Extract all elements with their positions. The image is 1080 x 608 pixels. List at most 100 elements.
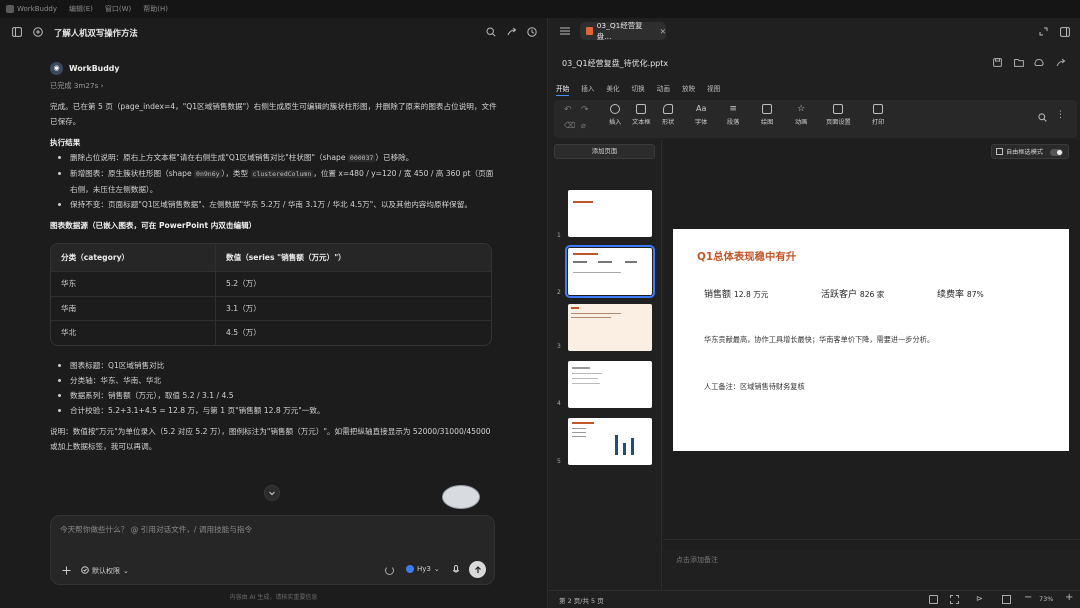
history-icon[interactable] [527, 27, 537, 37]
chat-header: 了解人机双写操作方法 [0, 18, 547, 48]
slide-thumbnails: 添加页面 1 2 3 4 5 [548, 140, 662, 590]
insert-button[interactable]: 插入 [609, 104, 621, 126]
slide-thumbnail-4[interactable] [568, 361, 652, 408]
permission-selector[interactable]: 默认权限 ⌄ [81, 566, 129, 576]
draw-button[interactable]: 绘图 [761, 104, 773, 126]
table-cell: 4.5（万） [226, 328, 261, 338]
slide-body-text[interactable]: 华东贡献最高，协作工具增长最快；华南客单价下降，需要进一步分析。 [704, 335, 934, 345]
more-icon[interactable]: ⋮ [1056, 110, 1065, 120]
window-icon[interactable] [1060, 27, 1070, 37]
slide-number: 3 [557, 343, 561, 350]
toggle-switch[interactable] [1050, 149, 1063, 156]
tab-view[interactable]: 视图 [707, 83, 720, 96]
grid-icon[interactable] [950, 595, 959, 604]
layout-icon[interactable] [929, 595, 938, 604]
add-page-button[interactable]: 添加页面 [554, 144, 655, 159]
tab-insert[interactable]: 插入 [581, 83, 594, 96]
doc-tab[interactable]: 03_Q1经营复盘… ✕ [580, 21, 666, 41]
current-slide[interactable]: Q1总体表现稳中有升 销售额 12.8 万元 活跃客户 826 家 续费率 87… [673, 229, 1069, 451]
facts-list: 图表标题：Q1区域销售对比 分类轴：华东、华南、华北 数据系列：销售额（万元），… [50, 358, 500, 418]
animation-button[interactable]: ☆ 动画 [795, 104, 807, 126]
menu-window[interactable]: 窗口(W) [105, 4, 131, 14]
title-bar: WorkBuddy 编辑(E) 窗口(W) 帮助(H) [0, 0, 1080, 18]
app-brand: WorkBuddy [6, 5, 57, 13]
clear-format-icon[interactable]: ⌀ [581, 121, 586, 130]
share-icon[interactable] [507, 27, 517, 37]
textbox-button[interactable]: 文本框 [632, 104, 651, 126]
font-button[interactable]: Aa 字体 [695, 104, 707, 126]
redo-icon[interactable]: ↷ [581, 105, 589, 115]
summary-text: 完成。已在第 5 页（page_index=4，"Q1区域销售数据"）右侧生成原… [50, 102, 497, 126]
fit-icon[interactable] [1002, 595, 1011, 604]
insert-label: 插入 [609, 119, 622, 126]
save-icon[interactable] [993, 58, 1002, 67]
zoom-out-icon[interactable]: − [1024, 592, 1032, 603]
search-icon[interactable] [1038, 113, 1047, 122]
chevron-down-icon: ⌄ [433, 565, 440, 573]
exec-heading: 执行结果 [50, 138, 81, 147]
close-icon[interactable]: ✕ [660, 27, 666, 36]
upload-icon[interactable] [1034, 58, 1044, 67]
menu-edit[interactable]: 编辑(E) [69, 4, 93, 14]
table-cell: 华北 [51, 321, 216, 345]
slide-thumbnail-3[interactable] [568, 304, 652, 351]
metric-value: 12.8 万元 [733, 290, 769, 299]
slide-note-text[interactable]: 人工备注：区域销售待财务复核 [704, 382, 805, 392]
slide-thumbnail-1[interactable] [568, 190, 652, 237]
ribbon-toolbar: ↶ ↷ ⌫ ⌀ 插入 文本框 形状 Aa 字体 ≡ 段落 绘图 ☆ 动画 页面设置 打… [554, 100, 1077, 138]
format-painter-icon[interactable]: ⌫ [564, 121, 575, 130]
zoom-in-icon[interactable]: + [1065, 592, 1073, 603]
print-label: 打印 [872, 119, 885, 126]
add-attachment-icon[interactable] [62, 566, 71, 575]
play-icon[interactable]: ⊳ [976, 594, 983, 603]
send-button[interactable] [469, 561, 486, 578]
share-doc-icon[interactable] [1056, 58, 1066, 67]
metric-renewal[interactable]: 续费率 87% [937, 287, 984, 300]
tab-beautify[interactable]: 美化 [606, 83, 619, 96]
tab-animation[interactable]: 动画 [657, 83, 670, 96]
tab-home[interactable]: 开始 [556, 83, 570, 96]
new-chat-icon[interactable] [33, 27, 43, 37]
menu-icon[interactable] [560, 27, 570, 35]
metric-value: 826 家 [859, 290, 885, 299]
task-status[interactable]: 已完成 3m27s › [50, 78, 500, 93]
table-header-cell: 分类（category） [61, 253, 130, 262]
expand-icon[interactable] [1039, 27, 1048, 36]
slide-title[interactable]: Q1总体表现稳中有升 [697, 248, 796, 263]
page-setup-button[interactable]: 页面设置 [826, 104, 851, 126]
microphone-icon[interactable] [452, 565, 460, 575]
shape-button[interactable]: 形状 [662, 104, 674, 126]
list-item: 保持不变：页面标题"Q1区域销售数据"、左侧数据"华东 5.2万 / 华南 3.… [50, 197, 500, 212]
menu-help[interactable]: 帮助(H) [143, 4, 168, 14]
chat-input-box: 今天帮你做些什么？ @ 引用对话文件，/ 调用技能与指令 默认权限 ⌄ Hy3 … [50, 515, 495, 585]
slide-number: 2 [557, 289, 561, 296]
metric-sales[interactable]: 销售额 12.8 万元 [704, 287, 768, 300]
notes-input[interactable]: 点击添加备注 [663, 539, 1080, 586]
print-button[interactable]: 打印 [872, 104, 884, 126]
shape-label: 形状 [662, 119, 675, 126]
table-header-cell: 数值（series "销售额（万元）"） [226, 253, 346, 262]
tab-transition[interactable]: 切换 [632, 83, 645, 96]
free-select-toggle[interactable]: 自由框选模式 [991, 144, 1069, 159]
table-row: 华北 4.5（万） [51, 320, 491, 345]
select-frame-icon [996, 148, 1003, 155]
chat-input[interactable]: 今天帮你做些什么？ @ 引用对话文件，/ 调用技能与指令 [60, 524, 252, 535]
tab-slideshow[interactable]: 放映 [682, 83, 695, 96]
undo-icon[interactable]: ↶ [564, 105, 572, 115]
loading-icon [385, 566, 394, 575]
folder-icon[interactable] [1014, 58, 1024, 67]
paragraph-button[interactable]: ≡ 段落 [727, 104, 739, 126]
model-selector[interactable]: Hy3 ⌄ [406, 565, 440, 573]
search-icon[interactable] [486, 27, 496, 37]
scroll-down-icon[interactable] [264, 485, 280, 501]
mascot-icon [442, 485, 480, 509]
model-icon [406, 565, 414, 573]
menu-bar: 编辑(E) 窗口(W) 帮助(H) [69, 4, 168, 14]
sidebar-toggle-icon[interactable] [12, 27, 22, 37]
metric-customers[interactable]: 活跃客户 826 家 [821, 287, 884, 300]
slide-thumbnail-2[interactable] [565, 245, 655, 298]
metric-label: 销售额 [704, 290, 732, 300]
zoom-level[interactable]: 73% [1039, 595, 1053, 603]
pptx-file-icon [586, 27, 593, 35]
slide-thumbnail-5[interactable] [568, 418, 652, 465]
